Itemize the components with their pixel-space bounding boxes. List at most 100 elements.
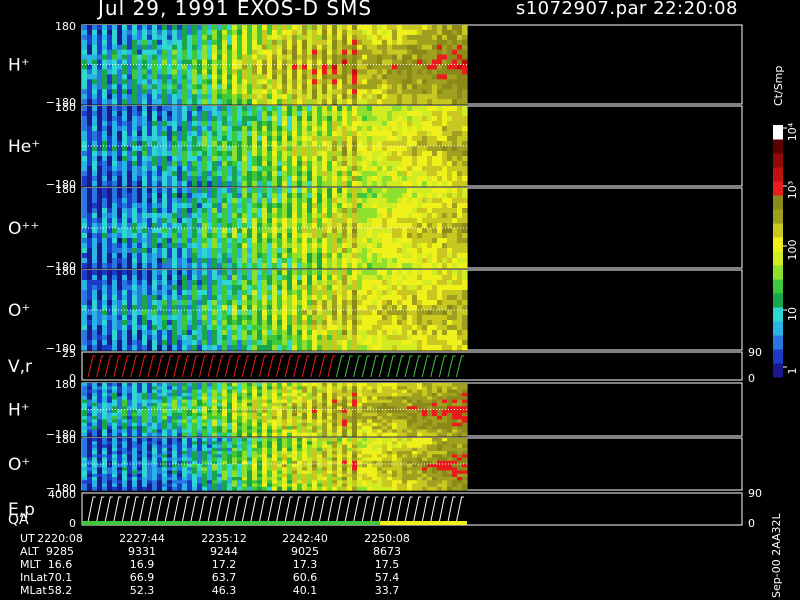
spectrogram-cell	[277, 233, 283, 239]
spectrogram-cell	[442, 161, 448, 167]
spectrogram-cell	[327, 74, 333, 80]
spectrogram-cell	[97, 325, 103, 331]
spectrogram-cell	[152, 228, 158, 234]
spectrogram-cell	[452, 228, 458, 234]
spectrogram-cell	[317, 29, 323, 36]
spectrogram-cell	[172, 340, 178, 346]
spectrogram-cell	[147, 89, 153, 95]
spectrogram-cell	[237, 131, 243, 137]
spectrogram-cell	[262, 198, 268, 204]
spectrogram-cell	[182, 121, 188, 127]
spectrogram-cell	[377, 280, 383, 286]
spectrogram-cell	[227, 330, 233, 336]
spectrogram-cell	[102, 79, 108, 85]
spectrogram-cell	[202, 325, 208, 331]
spectrogram-cell	[247, 310, 253, 316]
spectrogram-cell	[202, 198, 208, 204]
spectrogram-cell	[217, 131, 223, 137]
spectrogram-cell	[197, 34, 203, 41]
spectrogram-cell	[322, 325, 328, 331]
spectrogram-cell	[122, 74, 128, 80]
spectrogram-cell	[177, 29, 183, 36]
spectrogram-cell	[212, 161, 218, 167]
spectrogram-cell	[437, 161, 443, 167]
spectrogram-cell	[192, 228, 198, 234]
spectrogram-cell	[222, 258, 228, 264]
spectrogram-cell	[217, 275, 223, 281]
spectrogram-cell	[242, 106, 248, 112]
spectrogram-cell	[157, 300, 163, 306]
spectrogram-cell	[417, 285, 423, 291]
spectrogram-cell	[397, 243, 403, 249]
spectrogram-cell	[232, 111, 238, 117]
spectrogram-cell	[307, 258, 313, 264]
spectrogram-cell	[412, 198, 418, 204]
spectrogram-cell	[457, 193, 463, 199]
spectrogram-cell	[392, 121, 398, 127]
spectrogram-cell	[267, 218, 273, 224]
spectrogram-cell	[412, 49, 418, 56]
spectrogram-cell	[212, 151, 218, 157]
spectrogram-cell	[282, 161, 288, 167]
spectrogram-cell	[172, 218, 178, 224]
spectrogram-cell	[182, 208, 188, 214]
spectrogram-cell	[137, 208, 143, 214]
spectrogram-cell	[352, 238, 358, 244]
spectrogram-cell	[452, 275, 458, 281]
spectrogram-cell	[167, 188, 173, 194]
spectrogram-cell	[122, 69, 128, 75]
trace-segment	[173, 355, 182, 378]
spectrogram-cell	[352, 295, 358, 301]
spectrogram-cell	[152, 208, 158, 214]
trace-segment	[198, 355, 208, 378]
spectrogram-cell	[122, 25, 128, 31]
spectrogram-cell	[82, 29, 88, 36]
spectrogram-cell	[92, 233, 98, 239]
spectrogram-cell	[182, 146, 188, 152]
spectrogram-cell	[217, 106, 223, 112]
spectrogram-cell	[217, 280, 223, 286]
spectrogram-cell	[112, 203, 118, 209]
spectrogram-cell	[172, 243, 178, 249]
spectrogram-cell	[382, 335, 388, 341]
spectrogram-cell	[187, 121, 193, 127]
spectrogram-cell	[387, 176, 393, 182]
spectrogram-cell	[127, 330, 133, 336]
spectrogram-cell	[402, 340, 408, 346]
spectrogram-cell	[217, 233, 223, 239]
spectrogram-cell	[207, 99, 213, 105]
spectrogram-cell	[237, 94, 243, 100]
spectrogram-cell	[127, 111, 133, 117]
spectrogram-cell	[122, 116, 128, 122]
spectrogram-cell	[242, 295, 248, 301]
spectrogram-cell	[212, 136, 218, 142]
spectrogram-cell	[257, 325, 263, 331]
spectrogram-cell	[127, 79, 133, 85]
spectrogram-cell	[92, 228, 98, 234]
spectrogram-cell	[387, 49, 393, 56]
spectrogram-cell	[157, 79, 163, 85]
spectrogram-cell	[247, 146, 253, 152]
spectrogram-cell	[237, 345, 243, 351]
spectrogram-cell	[162, 310, 168, 316]
spectrogram-cell	[317, 253, 323, 259]
spectrogram-cell	[232, 116, 238, 122]
spectrogram-cell	[112, 253, 118, 259]
spectrogram-cell	[287, 325, 293, 331]
trace-segment	[130, 355, 139, 378]
spectrogram-cell	[107, 171, 113, 177]
spectrogram-cell	[212, 213, 218, 219]
spectrogram-cell	[217, 258, 223, 264]
spectrogram-cell	[177, 131, 183, 137]
spectrogram-cell	[427, 39, 433, 46]
spectrogram-cell	[377, 136, 383, 142]
spectrogram-cell	[432, 176, 438, 182]
spectrogram-cell	[267, 248, 273, 254]
spectrogram-cell	[302, 213, 308, 219]
spectrogram-cell	[322, 84, 328, 90]
spectrogram-cell	[162, 64, 168, 70]
spectrogram-cell	[87, 310, 93, 316]
spectrogram-cell	[182, 270, 188, 276]
spectrogram-cell	[167, 136, 173, 142]
spectrogram-cell	[372, 218, 378, 224]
